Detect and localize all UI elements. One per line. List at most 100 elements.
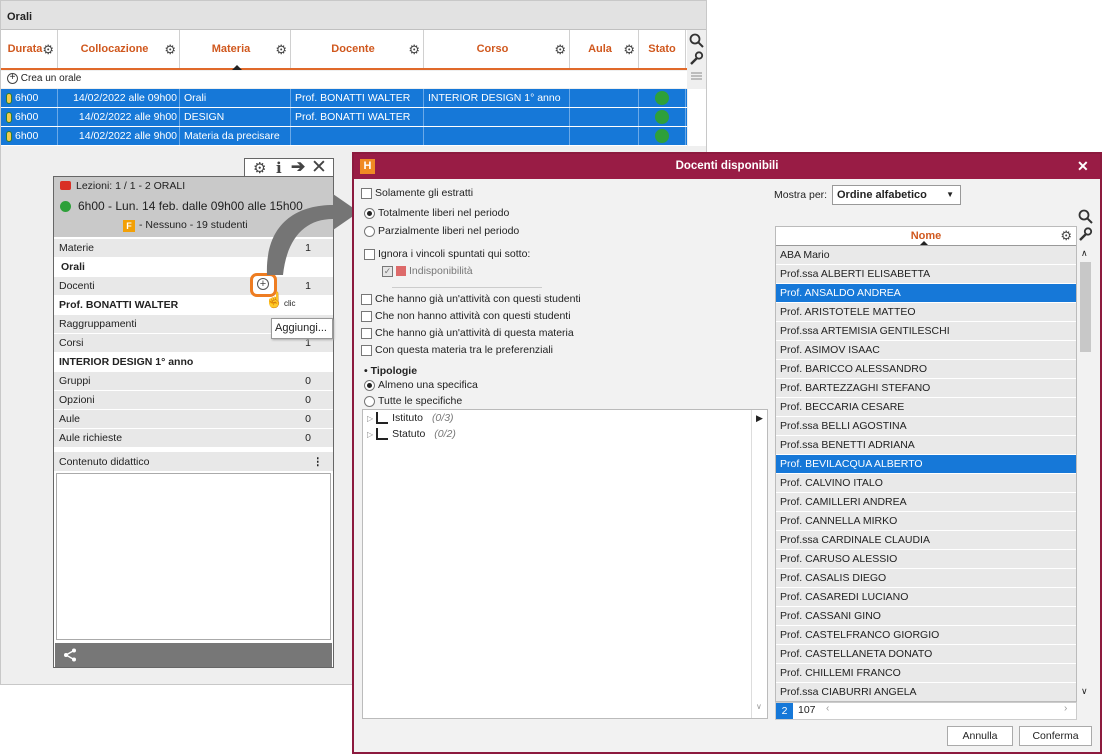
column-header-0[interactable]: Durata ⚙ [1, 30, 58, 68]
teacher-list-item[interactable]: Prof. ASIMOV ISAAC [776, 341, 1076, 360]
scrollbar-v[interactable]: ▶ ∨ [751, 410, 767, 718]
gear-icon[interactable]: ⚙ [275, 42, 287, 58]
tree-item[interactable]: ▷ Istituto (0/3) [367, 412, 454, 425]
column-header-3[interactable]: Docente ⚙ [291, 30, 424, 68]
gear-icon[interactable]: ⚙ [554, 42, 566, 58]
table-row[interactable]: 6h00 14/02/2022 alle 9h00 DESIGN Prof. BONA… [1, 108, 687, 127]
add-menu-item[interactable]: Aggiungi... [271, 318, 333, 339]
teacher-list-item[interactable]: Prof.ssa CARDINALE CLAUDIA [776, 531, 1076, 550]
opt-ignora[interactable]: Ignora i vincoli spuntati qui sotto: [364, 248, 530, 260]
opt-parzialmente[interactable]: Parzialmente liberi nel periodo [364, 225, 519, 237]
teacher-list-item[interactable]: Prof. CALVINO ITALO [776, 474, 1076, 493]
opt-gia-materia[interactable]: Che hanno già un'attività di questa mate… [361, 327, 574, 339]
close-icon[interactable]: ✕ [1077, 158, 1089, 175]
teacher-list-item[interactable]: Prof. CASSANI GINO [776, 607, 1076, 626]
teacher-list-item[interactable]: Prof. ARISTOTELE MATTEO [776, 303, 1076, 322]
gear-icon[interactable]: ⚙ [42, 42, 54, 58]
play-icon[interactable]: ▶ [756, 413, 763, 424]
teacher-list-item[interactable]: Prof. BARTEZZAGHI STEFANO [776, 379, 1076, 398]
teachers-scrollbar[interactable]: ∧ ∨ [1077, 246, 1093, 702]
create-oral-row[interactable]: + Crea un orale [1, 71, 687, 88]
teacher-list-item[interactable]: Prof. CASALIS DIEGO [776, 569, 1076, 588]
teacher-list-item[interactable]: Prof. CANNELLA MIRKO [776, 512, 1076, 531]
teacher-list-item[interactable]: Prof. BARICCO ALESSANDRO [776, 360, 1076, 379]
column-header-4[interactable]: Corso ⚙ [424, 30, 570, 68]
column-header-6[interactable]: Stato [639, 30, 686, 68]
teacher-list-item[interactable]: Prof.ssa ALBERTI ELISABETTA [776, 265, 1076, 284]
gear-icon[interactable]: ⚙ [408, 42, 420, 58]
checkbox[interactable] [361, 293, 372, 305]
gear-icon[interactable]: ⚙ [623, 42, 635, 58]
opt-gia-studenti[interactable]: Che hanno già un'attività con questi stu… [361, 293, 581, 305]
nome-column-header[interactable]: Nome ⚙ [776, 227, 1076, 246]
chevron-down-icon[interactable]: ∨ [1081, 686, 1088, 697]
teacher-list-item[interactable]: Prof. BECCARIA CESARE [776, 398, 1076, 417]
checkbox[interactable] [361, 327, 372, 339]
aule-row[interactable]: Aule 0 [54, 410, 333, 429]
opt-almeno[interactable]: Almeno una specifica [364, 379, 478, 391]
tree-item[interactable]: ▷ Statuto (0/2) [367, 428, 456, 441]
gruppi-row[interactable]: Gruppi 0 [54, 372, 333, 391]
confirm-button[interactable]: Conferma [1019, 726, 1092, 746]
teacher-list-item[interactable]: Prof. BEVILACQUA ALBERTO [776, 455, 1076, 474]
teacher-list-item[interactable]: Prof. CAMILLERI ANDREA [776, 493, 1076, 512]
search-icon[interactable] [689, 33, 704, 48]
opt-totalmente[interactable]: Totalmente liberi nel periodo [364, 207, 509, 219]
column-header-2[interactable]: Materia ⚙ [180, 30, 291, 68]
expand-icon[interactable]: ▷ [367, 414, 373, 423]
radio[interactable] [364, 225, 375, 237]
checkbox[interactable] [361, 310, 372, 322]
corsi-value-row[interactable]: INTERIOR DESIGN 1° anno [54, 353, 333, 372]
expand-icon[interactable]: ▷ [367, 430, 373, 439]
opt-preferenziali[interactable]: Con questa materia tra le preferenziali [361, 344, 553, 356]
wrench-icon[interactable] [1078, 227, 1093, 242]
column-header-5[interactable]: Aula ⚙ [570, 30, 639, 68]
contenuto-area[interactable] [56, 473, 331, 640]
chevron-down-icon[interactable]: ∨ [756, 702, 762, 711]
teacher-list-item[interactable]: Prof. ANSALDO ANDREA [776, 284, 1076, 303]
teacher-list-item[interactable]: Prof. CASTELLANETA DONATO [776, 645, 1076, 664]
teacher-list-item[interactable]: Prof.ssa BENETTI ADRIANA [776, 436, 1076, 455]
teacher-list-item[interactable]: Prof. CASTELFRANCO GIORGIO [776, 626, 1076, 645]
opt-estratti[interactable]: Solamente gli estratti [361, 187, 473, 199]
teacher-list-item[interactable]: Prof.ssa BELLI AGOSTINA [776, 417, 1076, 436]
opt-non-studenti[interactable]: Che non hanno attività con questi studen… [361, 310, 571, 322]
list-icon[interactable] [690, 70, 703, 83]
chevron-left-icon[interactable]: ‹ [826, 703, 829, 714]
scroll-thumb[interactable] [1080, 262, 1091, 352]
radio[interactable] [364, 379, 375, 391]
opt-indisp[interactable]: ✓ Indisponibilità [382, 265, 473, 277]
opt-tutte[interactable]: Tutte le specifiche [364, 395, 462, 407]
info-icon[interactable]: i [276, 159, 282, 177]
checkbox[interactable] [361, 187, 372, 199]
teacher-list-item[interactable]: Prof. CARUSO ALESSIO [776, 550, 1076, 569]
teacher-list-item[interactable]: Prof. CASAREDI LUCIANO [776, 588, 1076, 607]
radio[interactable] [364, 395, 375, 407]
more-vert-icon[interactable]: ⋮ [313, 452, 324, 472]
chevron-right-icon[interactable]: › [1064, 703, 1067, 714]
share-icon[interactable] [63, 648, 77, 662]
gear-icon[interactable]: ⚙ [1060, 227, 1072, 245]
chevron-up-icon[interactable]: ∧ [1081, 248, 1088, 259]
checkbox[interactable] [361, 344, 372, 356]
teacher-list-item[interactable]: Prof. CHILLEMI FRANCO [776, 664, 1076, 683]
teacher-list-item[interactable]: Prof.ssa ARTEMISIA GENTILESCHI [776, 322, 1076, 341]
opzioni-row[interactable]: Opzioni 0 [54, 391, 333, 410]
arrow-right-icon[interactable]: ➔ [291, 157, 305, 177]
table-row[interactable]: 6h00 14/02/2022 alle 9h00 Materia da preci… [1, 127, 687, 146]
table-row[interactable]: 6h00 14/02/2022 alle 09h00 Orali Prof. BONA… [1, 89, 687, 108]
radio[interactable] [364, 207, 375, 219]
contenuto-row[interactable]: Contenuto didattico ⋮ [54, 452, 333, 472]
cancel-button[interactable]: Annulla [947, 726, 1013, 746]
gear-icon[interactable]: ⚙ [253, 159, 266, 177]
search-icon[interactable] [1078, 209, 1093, 224]
sort-select[interactable]: Ordine alfabetico ▼ [832, 185, 961, 205]
teacher-list-item[interactable]: ABA Mario [776, 246, 1076, 265]
column-header-1[interactable]: Collocazione ⚙ [58, 30, 180, 68]
teacher-list-item[interactable]: Prof.ssa CIABURRI ANGELA [776, 683, 1076, 701]
wrench-icon[interactable] [689, 51, 704, 66]
gear-icon[interactable]: ⚙ [164, 42, 176, 58]
checkbox-checked[interactable]: ✓ [382, 265, 393, 277]
checkbox[interactable] [364, 248, 375, 260]
aule-richieste-row[interactable]: Aule richieste 0 [54, 429, 333, 448]
